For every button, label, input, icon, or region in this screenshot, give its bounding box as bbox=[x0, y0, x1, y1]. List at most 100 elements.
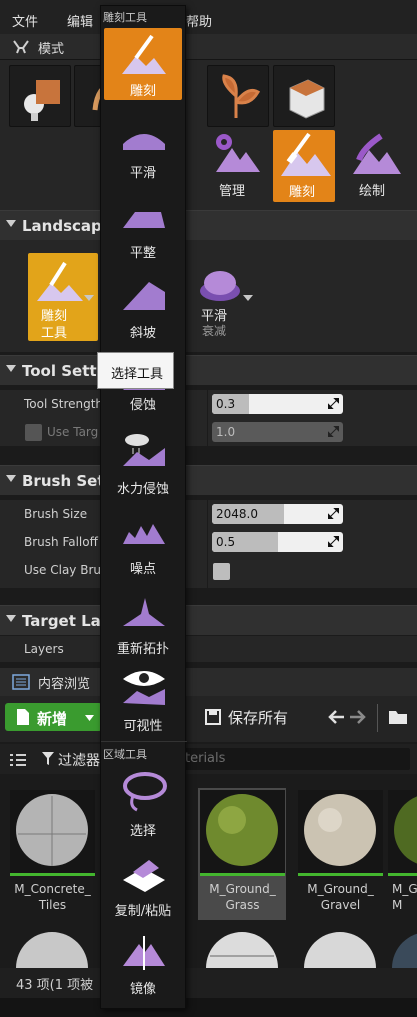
region-tools-heading: 区域工具 bbox=[103, 748, 147, 761]
use-clay-label: Use Clay Bru bbox=[24, 563, 101, 577]
layers-row: Layers bbox=[0, 636, 417, 662]
search-placeholder: terials bbox=[185, 751, 226, 766]
brush-size-label: Brush Size bbox=[24, 507, 88, 521]
tab-paint[interactable]: 绘制 bbox=[345, 128, 403, 200]
menu-item-label: 复制/粘贴 bbox=[114, 904, 172, 919]
tool-strength-input[interactable]: 0.3 bbox=[212, 394, 343, 414]
falloff-dropdown[interactable]: 平滑 衰减 bbox=[190, 253, 250, 341]
add-new-label: 新增 bbox=[37, 710, 68, 728]
asset-tile[interactable]: M_Ground_ Gravel bbox=[298, 790, 383, 920]
content-browser-tab[interactable]: 内容浏览 bbox=[0, 668, 417, 696]
menu-item-label: 侵蚀 bbox=[129, 398, 156, 413]
expand-arrows-icon bbox=[328, 508, 339, 519]
falloff-label-2: 衰减 bbox=[202, 324, 227, 338]
menu-item-sculpt[interactable]: 雕刻 bbox=[104, 28, 182, 100]
paint-brush-icon bbox=[353, 133, 401, 174]
target-layers-header[interactable]: Target Lay bbox=[0, 605, 417, 635]
menu-item-select[interactable]: 选择 bbox=[101, 766, 187, 844]
geometry-mode-icon bbox=[289, 79, 325, 119]
menu-item-smooth[interactable]: 平滑 bbox=[101, 110, 187, 188]
expand-arrows-icon bbox=[328, 398, 339, 409]
target-layers-title: Target Lay bbox=[22, 612, 111, 630]
chevron-down-icon bbox=[243, 295, 253, 301]
asset-thumbnail-partial bbox=[392, 933, 417, 968]
use-clay-row: Use Clay Bru bbox=[0, 556, 417, 588]
tooltip: 选择工具 bbox=[97, 352, 174, 389]
asset-thumbnail bbox=[298, 790, 383, 875]
use-target-label: Use Targ bbox=[47, 425, 99, 439]
menu-item-ramp[interactable]: 斜坡 bbox=[101, 270, 187, 348]
brush-size-input[interactable]: 2048.0 bbox=[212, 504, 343, 524]
tab-sculpt[interactable]: 雕刻 bbox=[273, 130, 335, 202]
asset-tile[interactable]: M_Concrete_ Tiles bbox=[10, 790, 95, 920]
collapse-arrow-icon bbox=[6, 220, 16, 227]
collapse-arrow-icon bbox=[6, 475, 16, 482]
retopologize-icon bbox=[123, 598, 165, 626]
sculpt-tools-heading: 雕刻工具 bbox=[103, 11, 147, 24]
menu-item-copy-paste[interactable]: 复制/粘贴 bbox=[101, 846, 187, 924]
menu-item-label: 噪点 bbox=[129, 562, 156, 577]
tab-manage[interactable]: 管理 bbox=[206, 128, 262, 200]
back-arrow-icon[interactable] bbox=[328, 710, 344, 724]
save-icon bbox=[205, 709, 221, 725]
tool-strength-row: Tool Strength 0.3 bbox=[0, 390, 417, 418]
filters-button[interactable]: 过滤器 bbox=[58, 750, 100, 770]
asset-count-status: 43 项(1 项被 bbox=[16, 978, 94, 993]
asset-tile[interactable]: M_G M bbox=[388, 790, 417, 920]
asset-thumbnail bbox=[388, 790, 417, 875]
geometry-mode-button[interactable] bbox=[273, 65, 335, 127]
landscape-section-header[interactable]: Landscape bbox=[0, 210, 417, 240]
use-target-checkbox[interactable] bbox=[25, 424, 42, 441]
material-bar bbox=[298, 873, 383, 876]
menu-item-retopologize[interactable]: 重新拓扑 bbox=[101, 586, 187, 664]
menu-item-label: 镜像 bbox=[129, 982, 156, 997]
mode-toolbar: 管理 雕刻 绘制 bbox=[0, 60, 417, 210]
landscape-section-title: Landscape bbox=[22, 217, 112, 235]
menu-item-flatten[interactable]: 平整 bbox=[101, 190, 187, 268]
new-file-icon bbox=[17, 709, 29, 725]
smooth-falloff-icon bbox=[200, 271, 240, 301]
asset-thumbnail bbox=[10, 790, 95, 875]
expand-arrows-icon bbox=[328, 536, 339, 547]
visibility-eye-icon bbox=[123, 671, 165, 705]
asset-name-line-1: M_G bbox=[392, 882, 417, 896]
use-clay-checkbox[interactable] bbox=[213, 563, 230, 580]
brush-falloff-label: Brush Falloff bbox=[24, 535, 98, 549]
folder-icon[interactable] bbox=[388, 709, 408, 725]
menu-edit[interactable]: 编辑 bbox=[67, 11, 93, 30]
use-target-value: 1.0 bbox=[216, 425, 236, 439]
tool-selector-panel: 雕刻 工具 平滑 衰减 bbox=[0, 240, 417, 352]
menu-item-label: 平滑 bbox=[129, 166, 156, 181]
lasso-select-icon bbox=[123, 772, 167, 812]
list-icon bbox=[10, 754, 26, 766]
asset-tile-selected[interactable]: M_Ground_ Grass bbox=[198, 788, 286, 920]
brush-falloff-input[interactable]: 0.5 bbox=[212, 532, 343, 552]
collapse-arrow-icon bbox=[6, 615, 16, 622]
status-bar: 43 项(1 项被 bbox=[0, 968, 417, 998]
save-all-button[interactable]: 保存所有 bbox=[228, 707, 288, 728]
menu-item-label: 水力侵蚀 bbox=[116, 482, 169, 497]
hydro-erosion-icon bbox=[123, 434, 165, 466]
use-target-row: Use Targ 1.0 bbox=[0, 418, 417, 446]
menu-item-mirror[interactable]: 镜像 bbox=[101, 926, 187, 1004]
chevron-down-icon bbox=[84, 295, 94, 301]
menu-bar: 文件 编辑 帮助 bbox=[0, 0, 417, 34]
tool-strength-value: 0.3 bbox=[216, 397, 236, 411]
place-mode-button[interactable] bbox=[9, 65, 71, 127]
menu-item-hydro-erosion[interactable]: 水力侵蚀 bbox=[101, 426, 187, 504]
ramp-icon bbox=[123, 282, 165, 310]
add-new-button[interactable]: 新增 bbox=[5, 703, 102, 731]
tool-settings-header[interactable]: Tool Setti bbox=[0, 355, 417, 385]
flatten-icon bbox=[123, 212, 165, 228]
menu-item-noise[interactable]: 噪点 bbox=[101, 506, 187, 584]
menu-file[interactable]: 文件 bbox=[12, 11, 38, 30]
noise-icon bbox=[123, 524, 165, 544]
search-assets-input[interactable]: terials bbox=[170, 748, 410, 770]
menu-item-visibility[interactable]: 可视性 bbox=[101, 661, 187, 739]
brush-settings-header[interactable]: Brush Set bbox=[0, 465, 417, 495]
foliage-mode-button[interactable] bbox=[207, 65, 269, 127]
forward-arrow-icon[interactable] bbox=[350, 710, 366, 724]
menu-help[interactable]: 帮助 bbox=[186, 11, 212, 30]
sculpt-tool-label-2: 工具 bbox=[41, 326, 68, 341]
content-browser-icon bbox=[12, 674, 30, 690]
